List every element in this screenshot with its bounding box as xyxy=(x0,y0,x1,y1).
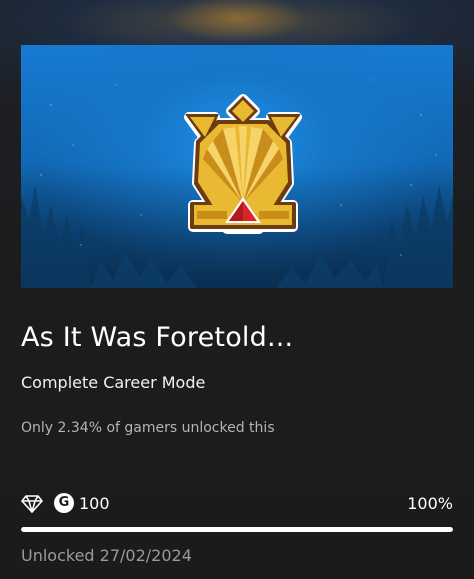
achievement-badge-icon xyxy=(184,94,302,234)
achievement-stats-row: G 100 100% xyxy=(21,492,453,516)
progress-bar xyxy=(21,527,453,532)
achievement-detail-screen: As It Was Foretold... Complete Career Mo… xyxy=(0,0,474,579)
diamond-icon xyxy=(21,495,43,513)
achievement-hero-image xyxy=(21,45,453,288)
achievement-title: As It Was Foretold... xyxy=(21,322,294,353)
achievement-description: Complete Career Mode xyxy=(21,373,206,392)
progress-bar-fill xyxy=(21,527,453,532)
gamerscore-value: 100 xyxy=(79,494,110,513)
gamerscore-icon: G xyxy=(54,493,74,513)
unlocked-date: Unlocked 27/02/2024 xyxy=(21,546,192,565)
progress-percent: 100% xyxy=(407,494,453,513)
rarity-text: Only 2.34% of gamers unlocked this xyxy=(21,420,275,436)
